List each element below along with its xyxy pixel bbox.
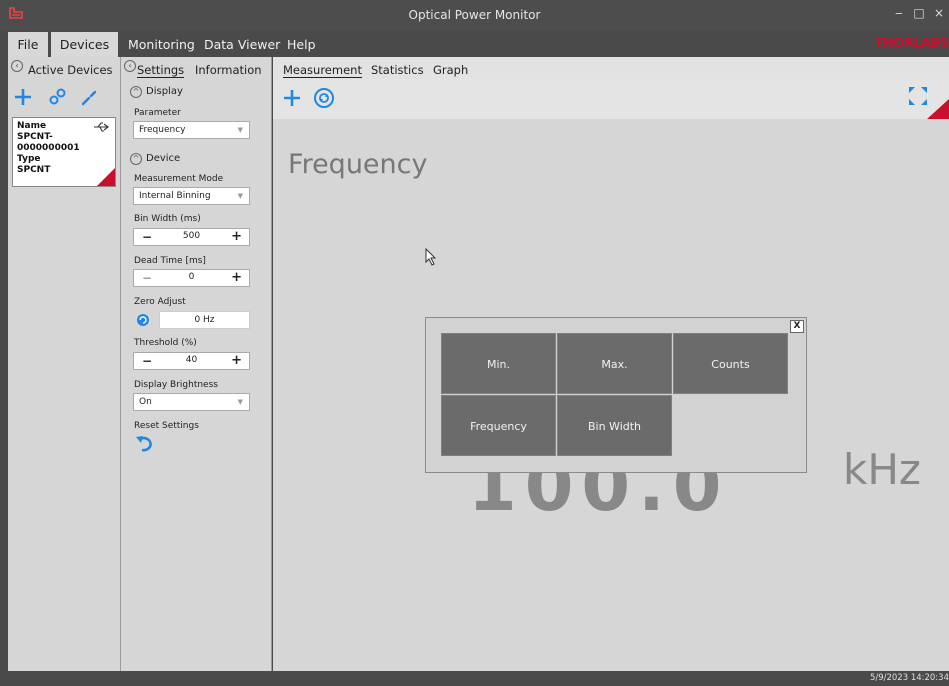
reset-settings-label: Reset Settings	[134, 421, 199, 431]
measurement-mode-value: Internal Binning	[139, 191, 211, 201]
chevron-down-icon: ▼	[237, 398, 243, 406]
measurement-panel: Measurement Statistics Graph Frequency 1…	[273, 57, 949, 671]
dead-time-label: Dead Time [ms]	[134, 256, 206, 266]
tab-statistics[interactable]: Statistics	[371, 63, 424, 77]
bin-width-plus-button[interactable]: +	[231, 229, 242, 245]
refresh-icon[interactable]	[313, 87, 335, 109]
tab-information[interactable]: Information	[195, 63, 262, 77]
measurement-mode-select[interactable]: Internal Binning ▼	[133, 187, 250, 205]
tile-max[interactable]: Max.	[557, 333, 672, 394]
threshold-label: Threshold (%)	[134, 338, 197, 348]
parameter-value: Frequency	[139, 125, 186, 135]
add-device-icon[interactable]	[12, 86, 34, 108]
chevron-down-icon: ▼	[237, 126, 243, 134]
status-datetime: 5/9/2023 14:20:34	[869, 673, 949, 683]
bin-width-stepper[interactable]: − 500 +	[133, 228, 250, 246]
tab-measurement[interactable]: Measurement	[283, 63, 362, 78]
menu-file[interactable]: File	[8, 32, 48, 57]
zero-adjust-icon[interactable]	[136, 313, 150, 327]
active-devices-panel: ‹ Active Devices Name SPCNT-0000000001 T…	[8, 57, 121, 671]
main-toolbar	[273, 79, 949, 119]
fullscreen-icon[interactable]	[907, 85, 929, 107]
menu-bar: File Devices Monitoring Data Viewer Help…	[8, 32, 949, 57]
active-devices-header: Active Devices	[28, 63, 113, 77]
device-section-toggle-icon[interactable]: ^	[130, 153, 142, 165]
collapse-settings-icon[interactable]: ‹	[124, 60, 136, 72]
usb-icon	[94, 122, 109, 132]
menu-monitoring[interactable]: Monitoring	[120, 32, 203, 57]
threshold-stepper[interactable]: − 40 +	[133, 352, 250, 370]
tile-bin-width[interactable]: Bin Width	[557, 395, 672, 456]
parameter-select[interactable]: Frequency ▼	[133, 121, 250, 139]
parameter-selector-popup: X Min. Max. Counts Frequency Bin Width	[425, 317, 807, 473]
window-title: Optical Power Monitor	[408, 8, 541, 22]
menu-help[interactable]: Help	[279, 32, 324, 57]
display-section-title: Display	[146, 86, 183, 97]
measurement-unit: kHz	[843, 445, 921, 494]
tile-counts[interactable]: Counts	[673, 333, 788, 394]
popup-close-button[interactable]: X	[790, 320, 804, 333]
tile-frequency[interactable]: Frequency	[441, 395, 556, 456]
status-corner	[927, 99, 949, 119]
measurement-mode-label: Measurement Mode	[134, 174, 224, 184]
display-brightness-value: On	[139, 397, 152, 407]
chevron-down-icon: ▼	[237, 192, 243, 200]
device-status-corner	[97, 168, 115, 186]
main-tab-bar: Measurement Statistics Graph	[273, 57, 949, 79]
mouse-cursor-icon	[425, 248, 437, 266]
tab-graph[interactable]: Graph	[433, 63, 468, 77]
title-bar: Optical Power Monitor ‒ □ ×	[0, 0, 949, 30]
display-brightness-select[interactable]: On ▼	[133, 393, 250, 411]
device-type-label: Type	[17, 154, 41, 164]
device-name-value: SPCNT-0000000001	[17, 132, 80, 153]
connect-icon[interactable]	[46, 86, 68, 108]
tile-min[interactable]: Min.	[441, 333, 556, 394]
menu-data-viewer[interactable]: Data Viewer	[196, 32, 288, 57]
add-icon[interactable]	[281, 87, 303, 109]
dead-time-stepper[interactable]: − 0 +	[133, 269, 250, 287]
minimize-button[interactable]: ‒	[890, 6, 908, 20]
dead-time-plus-button[interactable]: +	[231, 270, 242, 286]
close-window-button[interactable]: ×	[930, 6, 948, 20]
status-bar: 5/9/2023 14:20:34	[8, 671, 949, 686]
undo-icon[interactable]	[135, 435, 155, 453]
display-section-toggle-icon[interactable]: ^	[130, 86, 142, 98]
parameter-title: Frequency	[288, 149, 428, 180]
threshold-plus-button[interactable]: +	[231, 353, 242, 369]
parameter-label: Parameter	[134, 108, 181, 118]
display-brightness-label: Display Brightness	[134, 380, 218, 390]
tab-settings[interactable]: Settings	[137, 63, 185, 78]
settings-panel: ‹ Settings Information ^ Display Paramet…	[121, 57, 272, 671]
collapse-left-icon[interactable]: ‹	[11, 60, 23, 72]
menu-devices[interactable]: Devices	[51, 32, 118, 57]
zero-adjust-value: 0 Hz	[159, 311, 250, 329]
maximize-button[interactable]: □	[910, 6, 928, 20]
brand-logo: THORLABS	[874, 36, 949, 51]
device-card[interactable]: Name SPCNT-0000000001 Type SPCNT	[12, 117, 116, 187]
bin-width-label: Bin Width (ms)	[134, 214, 201, 224]
device-section-title: Device	[146, 153, 181, 164]
disconnect-icon[interactable]	[79, 86, 101, 108]
zero-adjust-label: Zero Adjust	[134, 297, 186, 307]
